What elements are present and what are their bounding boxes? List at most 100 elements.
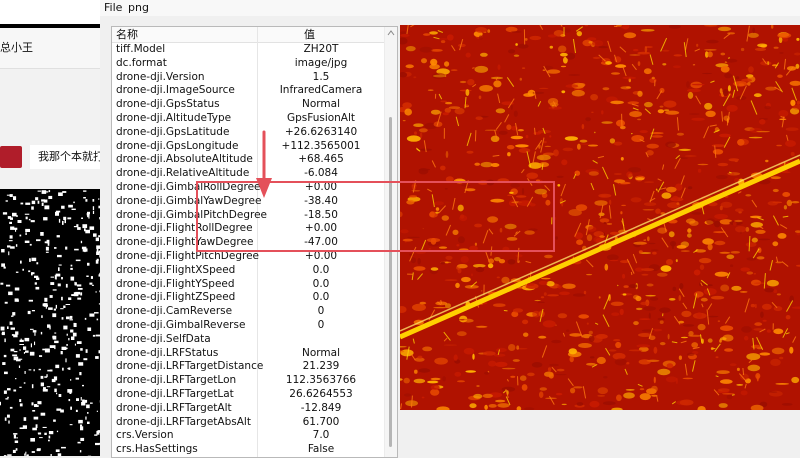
- table-row[interactable]: drone-dji.AbsoluteAltitude +68.465: [112, 153, 384, 167]
- scrollbar-thumb[interactable]: [389, 117, 392, 447]
- row-name: drone-dji.FlightRollDegree: [116, 222, 253, 236]
- row-value: 112.3563766: [258, 374, 384, 388]
- row-value: 0.0: [258, 264, 384, 278]
- row-name: drone-dji.RelativeAltitude: [116, 167, 249, 181]
- table-row[interactable]: drone-dji.GimbalReverse 0: [112, 319, 384, 333]
- table-row[interactable]: drone-dji.LRFTargetAbsAlt61.700: [112, 416, 384, 430]
- row-name: drone-dji.GimbalPitchDegree: [116, 209, 267, 223]
- row-name: drone-dji.AbsoluteAltitude: [116, 153, 253, 167]
- row-value: Normal: [258, 347, 384, 361]
- row-value: 0: [258, 305, 384, 319]
- table-row[interactable]: crs.Version 7.0: [112, 429, 384, 443]
- background-window: 总小王 我那个本就打: [0, 0, 100, 456]
- table-body: tiff.ModelZH20Tdc.formatimage/jpgdrone-d…: [112, 43, 384, 457]
- image-area-background: [400, 410, 800, 456]
- row-name: drone-dji.LRFTargetAbsAlt: [116, 416, 251, 430]
- row-name: drone-dji.LRFTargetLon: [116, 374, 236, 388]
- row-name: drone-dji.ImageSource: [116, 84, 235, 98]
- row-name: crs.Version: [116, 429, 174, 443]
- row-name: drone-dji.GpsLatitude: [116, 126, 229, 140]
- table-row[interactable]: drone-dji.LRFStatus Normal: [112, 347, 384, 361]
- table-row[interactable]: drone-dji.GpsStatusNormal: [112, 98, 384, 112]
- row-value: -47.00: [258, 236, 384, 250]
- table-row[interactable]: drone-dji.ImageSourceInfraredCamera: [112, 84, 384, 98]
- table-row[interactable]: drone-dji.Version 1.5: [112, 71, 384, 85]
- black-white-image: [0, 190, 100, 456]
- column-header-value[interactable]: 值: [304, 27, 315, 42]
- table-row[interactable]: drone-dji.AltitudeTypeGpsFusionAlt: [112, 112, 384, 126]
- column-header-name[interactable]: 名称: [116, 27, 138, 42]
- table-row[interactable]: drone-dji.GpsLatitude +26.6263140: [112, 126, 384, 140]
- row-value: GpsFusionAlt: [258, 112, 384, 126]
- table-row[interactable]: drone-dji.CamReverse0: [112, 305, 384, 319]
- row-value: -38.40: [258, 195, 384, 209]
- chat-title[interactable]: 总小王: [0, 28, 100, 69]
- table-row[interactable]: drone-dji.FlightYawDegree -47.00: [112, 236, 384, 250]
- row-value: ZH20T: [258, 43, 384, 57]
- row-name: drone-dji.GimbalYawDegree: [116, 195, 261, 209]
- table-row[interactable]: drone-dji.LRFTargetAlt -12.849: [112, 402, 384, 416]
- row-name: drone-dji.FlightYawDegree: [116, 236, 253, 250]
- row-value: image/jpg: [258, 57, 384, 71]
- thermal-image: [400, 25, 800, 410]
- table-row[interactable]: drone-dji.GpsLongitude +112.3565001: [112, 140, 384, 154]
- table-row[interactable]: tiff.Model ZH20T: [112, 43, 384, 57]
- avatar[interactable]: [0, 146, 22, 168]
- row-value: 21.239: [258, 360, 384, 374]
- table-row[interactable]: drone-dji.RelativeAltitude -6.084: [112, 167, 384, 181]
- row-name: dc.format: [116, 57, 167, 71]
- row-name: drone-dji.SelfData: [116, 333, 211, 347]
- row-name: drone-dji.LRFTargetLat: [116, 388, 234, 402]
- table-row[interactable]: drone-dji.FlightXSpeed 0.0: [112, 264, 384, 278]
- row-name: drone-dji.GimbalReverse: [116, 319, 245, 333]
- table-row[interactable]: drone-dji.GimbalPitchDegree-18.50: [112, 209, 384, 223]
- menubar: File png: [100, 0, 800, 16]
- row-value: +26.6263140: [258, 126, 384, 140]
- menu-file[interactable]: File: [104, 1, 122, 15]
- row-name: drone-dji.GpsLongitude: [116, 140, 238, 154]
- row-name: crs.HasSettings: [116, 443, 198, 457]
- table-row[interactable]: drone-dji.LRFTargetDistance21.239: [112, 360, 384, 374]
- row-value: 7.0: [258, 429, 384, 443]
- table-row[interactable]: drone-dji.FlightZSpeed 0.0: [112, 291, 384, 305]
- row-value: False: [258, 443, 384, 457]
- table-row[interactable]: drone-dji.GimbalYawDegree-38.40: [112, 195, 384, 209]
- table-row[interactable]: dc.format image/jpg: [112, 57, 384, 71]
- table-row[interactable]: drone-dji.FlightRollDegree+0.00: [112, 222, 384, 236]
- table-row[interactable]: crs.HasSettings False: [112, 443, 384, 457]
- table-row[interactable]: drone-dji.LRFTargetLat 26.6264553: [112, 388, 384, 402]
- chevron-up-icon[interactable]: [387, 29, 395, 37]
- metadata-viewer-window: File png 名称 值 tiff.Model ZH20T dc.format im…: [100, 0, 800, 456]
- row-name: drone-dji.LRFStatus: [116, 347, 218, 361]
- row-name: drone-dji.Version: [116, 71, 205, 85]
- row-name: drone-dji.LRFTargetAlt: [116, 402, 232, 416]
- table-row[interactable]: drone-dji.FlightPitchDegree+0.00: [112, 250, 384, 264]
- row-value: -18.50: [258, 209, 384, 223]
- row-name: drone-dji.FlightPitchDegree: [116, 250, 259, 264]
- row-value: +112.3565001: [258, 140, 384, 154]
- row-value: -6.084: [258, 167, 384, 181]
- menu-png[interactable]: png: [128, 1, 149, 15]
- row-value: -12.849: [258, 402, 384, 416]
- row-name: drone-dji.FlightZSpeed: [116, 291, 235, 305]
- chat-message: 我那个本就打: [30, 145, 100, 169]
- background-titlebar: [0, 0, 100, 24]
- row-value: +68.465: [258, 153, 384, 167]
- row-value: 26.6264553: [258, 388, 384, 402]
- row-value: 1.5: [258, 71, 384, 85]
- table-row[interactable]: drone-dji.GimbalRollDegree+0.00: [112, 181, 384, 195]
- row-value: 0.0: [258, 291, 384, 305]
- table-row[interactable]: drone-dji.SelfData: [112, 333, 384, 347]
- chat-area: [0, 69, 100, 189]
- row-name: drone-dji.LRFTargetDistance: [116, 360, 263, 374]
- table-row[interactable]: drone-dji.LRFTargetLon 112.3563766: [112, 374, 384, 388]
- row-name: drone-dji.FlightXSpeed: [116, 264, 235, 278]
- table-row[interactable]: drone-dji.FlightYSpeed0.0: [112, 278, 384, 292]
- row-name: drone-dji.FlightYSpeed: [116, 278, 235, 292]
- row-value: Normal: [258, 98, 384, 112]
- row-name: drone-dji.GimbalRollDegree: [116, 181, 261, 195]
- vertical-scrollbar[interactable]: [384, 27, 397, 457]
- metadata-table: 名称 值 tiff.ModelZH20Tdc.formatimage/jpgdr…: [111, 26, 398, 458]
- row-value: 0: [258, 319, 384, 333]
- row-name: tiff.Model: [116, 43, 165, 57]
